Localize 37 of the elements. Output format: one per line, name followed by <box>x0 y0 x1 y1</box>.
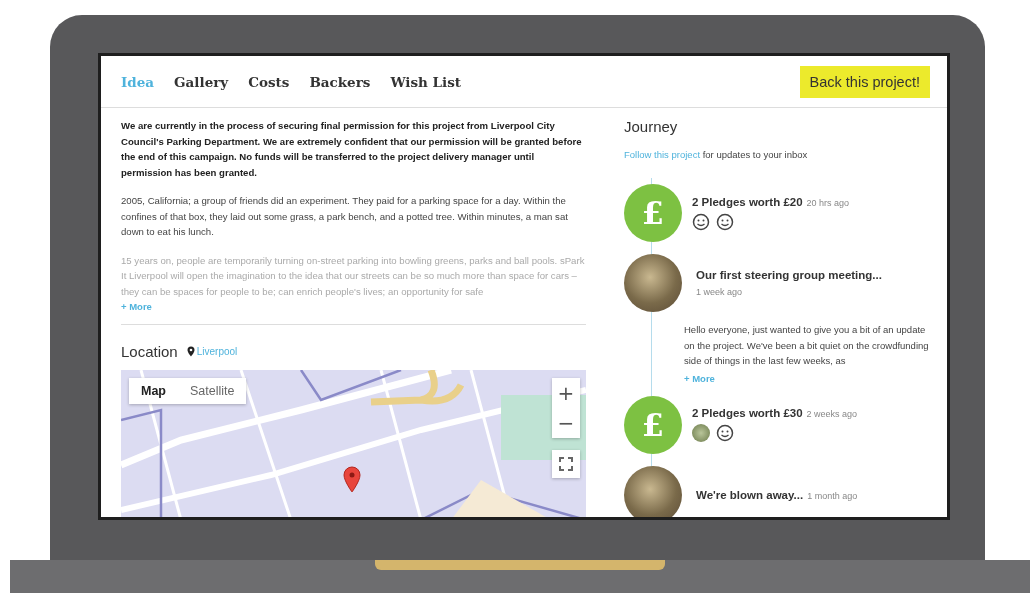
backer-photo <box>692 424 710 442</box>
update-excerpt: Hello everyone, just wanted to give you a bit of an update on the project. We've been a bit quiet on the crowdfunding side of things in the last few weeks, as <box>684 323 929 368</box>
pledge-title: 2 Pledges worth £30 <box>692 407 803 419</box>
follow-text: Follow this project for updates to your inbox <box>624 149 809 160</box>
description-paragraph: We are currently in the process of securing final permission for this project from Liverpool City Council's Parking Department. We are extremely confident that our permission will be granted before the end of this campaign. No funds will be transferred to the project delivery manager until permission has been granted. <box>121 119 583 180</box>
back-project-button[interactable]: Back this project! <box>799 65 930 98</box>
nav-tab[interactable]: Wish List <box>390 73 462 90</box>
map-marker-icon <box>343 466 361 493</box>
nav-tab[interactable]: Gallery <box>174 73 229 90</box>
zoom-out-button[interactable]: − <box>552 408 580 438</box>
zoom-in-button[interactable]: + <box>552 378 580 408</box>
journey-heading: Journey <box>624 118 679 135</box>
smiley-face-icon <box>716 212 734 231</box>
update-title[interactable]: Our first steering group meeting... <box>696 269 882 281</box>
location-heading: Location <box>121 343 178 360</box>
timestamp: 1 week ago <box>696 287 744 297</box>
fullscreen-button[interactable] <box>552 450 580 478</box>
nav-tab[interactable]: Backers <box>309 73 371 90</box>
fullscreen-icon <box>559 457 573 471</box>
smiley-face-icon <box>716 424 734 442</box>
photo-placeholder <box>624 254 682 312</box>
pound-badge: £ <box>624 184 682 242</box>
description-paragraph: 2005, California; a group of friends did an experiment. They paid for a parking space for a day. Within the confines of that box, they laid out some grass, a park bench, and a potted tree. Within minutes, a man sat down to eat his lunch. <box>121 194 569 239</box>
photo-placeholder <box>624 465 682 517</box>
map-mode-tab[interactable]: Map <box>129 378 178 404</box>
map-drawing[interactable] <box>121 370 586 517</box>
timestamp: 2 weeks ago <box>806 409 858 419</box>
pledge-title: 2 Pledges worth £20 <box>692 195 803 208</box>
location-pin-icon <box>186 346 195 357</box>
description-paragraph: 15 years on, people are temporarily turning on-street parking into bowling greens, parks and ball pools. sPark It Liverpool will open the imagination to the idea that our streets can be so much more than space for cars – they can be spaces for people to be; can enrich people's lives; an opportunity for safe <box>121 253 586 299</box>
nav-tab[interactable]: Costs <box>248 73 290 90</box>
timestamp: 20 hrs ago <box>806 197 850 208</box>
update-title[interactable]: We're blown away... <box>696 488 804 501</box>
map-mode-tab[interactable]: Satellite <box>178 378 247 404</box>
timestamp: 1 month ago <box>807 490 858 501</box>
smiley-face-icon <box>692 212 710 231</box>
pound-badge: £ <box>624 395 682 454</box>
